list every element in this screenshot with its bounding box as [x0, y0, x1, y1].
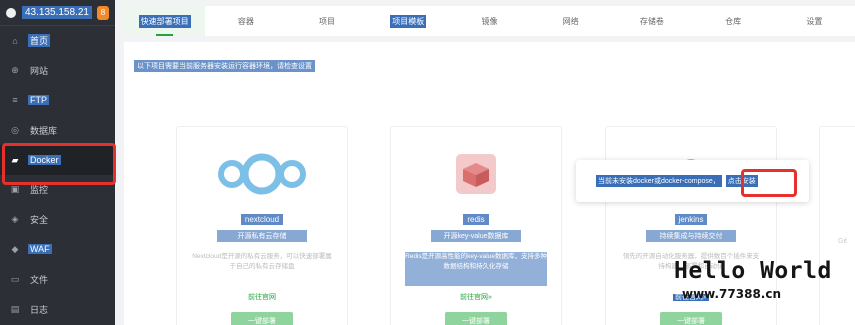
- sidebar-item-安全[interactable]: ◈ 安全: [0, 205, 115, 235]
- highlight-box-install: [741, 169, 797, 197]
- monitor-icon: ▣: [10, 184, 20, 195]
- server-info[interactable]: 43.135.158.21 8: [0, 0, 115, 26]
- card-subtitle: 持续集成与持续交付: [646, 230, 736, 242]
- app-card-partial: [819, 126, 855, 325]
- tab-2[interactable]: 项目: [286, 6, 367, 36]
- highlight-box-docker: [2, 143, 116, 185]
- watermark-title: Hello World: [674, 258, 832, 284]
- sidebar-item-ftp[interactable]: ≡ FTP: [0, 86, 115, 116]
- database-icon: ◎: [11, 124, 19, 135]
- deploy-button-jenkins[interactable]: 一键部署: [660, 312, 722, 325]
- tab-label: 存储卷: [639, 16, 664, 26]
- nextcloud-logo-icon: [177, 139, 347, 209]
- card-website-link[interactable]: 前往官网»: [460, 292, 492, 302]
- sidebar-item-首页[interactable]: ⌂ 首页: [0, 26, 115, 56]
- sidebar-item-label: 网站: [30, 66, 49, 77]
- deploy-button-nextcloud[interactable]: 一键部署: [231, 312, 293, 325]
- card-subtitle: 开源key-value数据库: [431, 230, 521, 242]
- sidebar-item-日志[interactable]: ▤ 日志: [0, 294, 115, 324]
- sidebar-item-label: 日志: [30, 304, 49, 315]
- tab-label: 项目: [319, 16, 336, 26]
- tab-label: 网络: [562, 16, 579, 26]
- folder-icon: ▭: [10, 273, 20, 284]
- tab-label: 快速部署项目: [138, 14, 191, 28]
- tab-label: 容器: [237, 16, 254, 26]
- card-name: jenkins: [674, 214, 708, 225]
- tab-label: 镜像: [481, 16, 498, 26]
- server-ip: 43.135.158.21: [22, 6, 92, 19]
- sidebar-item-label: 文件: [30, 274, 49, 285]
- sidebar-item-label: WAF: [28, 244, 52, 255]
- waf-shield-icon: ◆: [11, 243, 19, 254]
- tab-label: 项目模板: [390, 14, 427, 28]
- card-name: nextcloud: [240, 214, 284, 225]
- tab-4[interactable]: 镜像: [449, 6, 530, 36]
- tab-8[interactable]: 设置: [774, 6, 855, 36]
- notice-text: 以下项目需要当前服务器安装运行容器环境，请检查设置: [134, 60, 315, 72]
- sidebar-item-网站[interactable]: ⊕ 网站: [0, 56, 115, 86]
- sidebar-item-label: 数据库: [30, 125, 58, 136]
- tab-5[interactable]: 网络: [530, 6, 611, 36]
- globe-icon: ⊕: [11, 65, 19, 76]
- popup-message: 当前未安装docker或docker-compose，: [596, 175, 722, 187]
- deploy-button-redis[interactable]: 一键部署: [445, 312, 507, 325]
- tab-0[interactable]: 快速部署项目: [124, 6, 206, 36]
- tab-3[interactable]: 项目模板: [368, 6, 449, 36]
- app-card-redis: redis 开源key-value数据库 Redis是开源高性能的key-val…: [390, 126, 562, 325]
- tab-label: 仓库: [725, 16, 742, 26]
- tab-6[interactable]: 存储卷: [611, 6, 692, 36]
- sidebar-item-文件[interactable]: ▭ 文件: [0, 264, 115, 294]
- app-window: 43.135.158.21 8 ⌂ 首页 ⊕ 网站 ≡ FTP ◎ 数据库 ▰ Docker ▣ 监控…: [0, 0, 855, 325]
- home-icon: ⌂: [12, 35, 18, 46]
- sidebar-item-label: 首页: [28, 34, 51, 48]
- log-icon: ▤: [10, 303, 20, 314]
- tab-7[interactable]: 仓库: [693, 6, 774, 36]
- sidebar-item-label: 安全: [30, 215, 49, 226]
- top-tab-bar: 快速部署项目 容器 项目 项目模板 镜像 网络 存储卷 仓库 设置: [124, 6, 855, 36]
- watermark-url: www.77388.cn: [682, 287, 782, 301]
- tab-1[interactable]: 容器: [205, 6, 286, 36]
- card-description: Nextcloud是开源的私有云服务，可以快速部署属于自己的私有云存储盘: [192, 253, 332, 270]
- sidebar-item-waf[interactable]: ◆ WAF: [0, 235, 115, 265]
- ftp-icon: ≡: [12, 95, 18, 106]
- app-card-nextcloud: nextcloud 开源私有云存储 Nextcloud是开源的私有云服务，可以快…: [176, 126, 348, 325]
- sidebar-item-数据库[interactable]: ◎ 数据库: [0, 115, 115, 145]
- server-status-icon: [6, 7, 16, 18]
- card-name: redis: [463, 214, 489, 225]
- card-subtitle: 开源私有云存储: [217, 230, 307, 242]
- partial-card-text: Git: [838, 238, 847, 245]
- card-description: Redis是开源高性能的key-value数据库，支持多种数据结构和持久化存储: [405, 252, 547, 286]
- shield-icon: ◈: [11, 214, 19, 225]
- tab-label: 设置: [806, 16, 823, 26]
- card-website-link[interactable]: 前往官网: [248, 292, 276, 302]
- sidebar-item-label: FTP: [28, 95, 49, 106]
- redis-logo-icon: [391, 139, 561, 209]
- server-badge[interactable]: 8: [97, 5, 109, 20]
- sidebar-item-label: 监控: [30, 185, 49, 196]
